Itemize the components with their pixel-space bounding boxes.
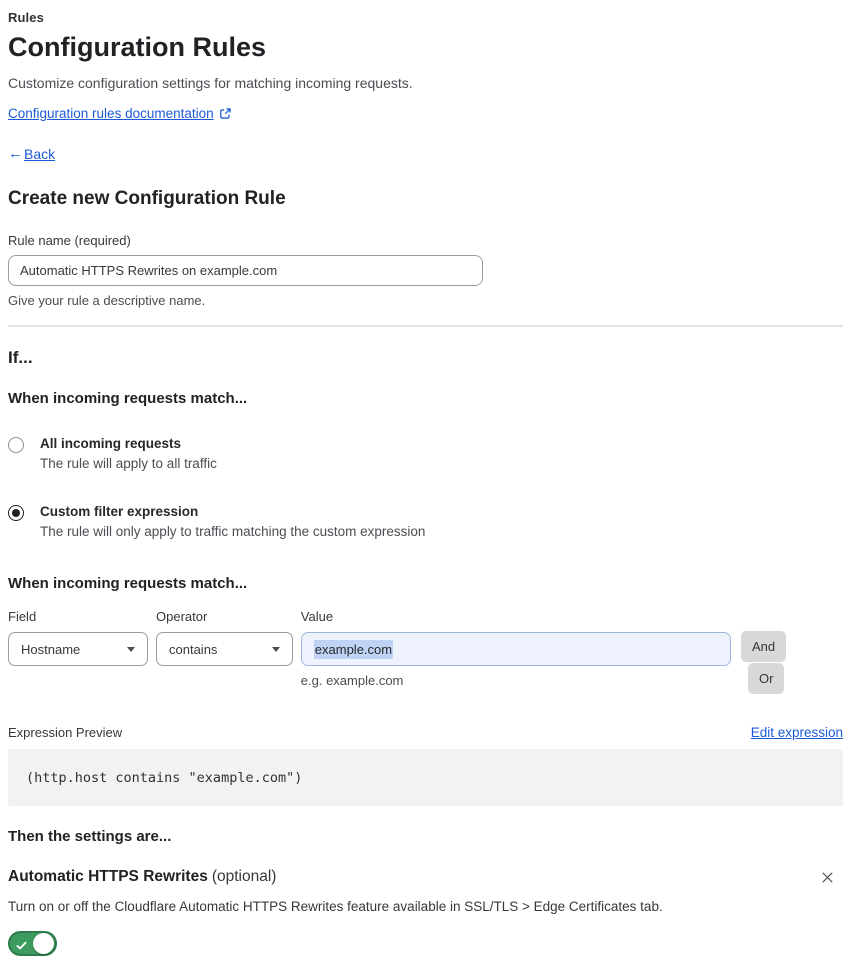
builder-heading: When incoming requests match... — [8, 575, 248, 592]
expression-builder-row: Field Hostname Operator contains Value e… — [8, 609, 843, 694]
value-hint: e.g. example.com — [300, 673, 404, 688]
or-button[interactable]: Or — [747, 663, 785, 694]
section-divider — [8, 325, 843, 327]
setting-description: Turn on or off the Cloudflare Automatic … — [8, 899, 663, 914]
and-button[interactable]: And — [740, 631, 787, 662]
back-arrow-icon: ← — [8, 145, 23, 162]
expression-preview-label: Expression Preview — [8, 725, 123, 740]
field-select[interactable]: Hostname — [8, 632, 148, 666]
operator-select[interactable]: contains — [156, 632, 293, 666]
radio-icon[interactable] — [8, 505, 24, 521]
edit-expression-link[interactable]: Edit expression — [751, 725, 843, 740]
radio-option-label: Custom filter expression — [40, 504, 199, 519]
setting-optional-tag: (optional) — [211, 868, 277, 885]
setting-title: Automatic HTTPS Rewrites (optional) — [8, 868, 276, 886]
setting-title-name: Automatic HTTPS Rewrites — [8, 868, 208, 885]
rule-name-help: Give your rule a descriptive name. — [8, 293, 206, 308]
value-input[interactable]: example.com — [300, 632, 731, 666]
chevron-down-icon — [127, 646, 135, 652]
close-icon[interactable] — [818, 868, 837, 887]
radio-option-description: The rule will only apply to traffic matc… — [40, 524, 426, 539]
radio-option-label: All incoming requests — [40, 436, 182, 451]
value-label: Value — [300, 609, 334, 624]
external-link-icon — [219, 107, 232, 120]
automatic-https-rewrites-toggle[interactable] — [8, 931, 57, 956]
toggle-knob[interactable] — [33, 933, 54, 954]
field-label: Field — [8, 609, 37, 624]
documentation-link[interactable]: Configuration rules documentation — [8, 106, 214, 121]
radio-icon[interactable] — [8, 437, 24, 453]
create-rule-heading: Create new Configuration Rule — [8, 188, 286, 209]
configuration-rules-page: Rules Configuration Rules Customize conf… — [0, 0, 852, 961]
match-heading: When incoming requests match... — [8, 390, 248, 407]
rule-name-input[interactable] — [8, 255, 483, 286]
rule-name-label: Rule name (required) — [8, 233, 131, 248]
radio-option-all-incoming-requests[interactable]: All incoming requests The rule will appl… — [8, 436, 843, 471]
operator-select-value: contains — [169, 641, 218, 657]
value-input-text: example.com — [313, 639, 394, 659]
field-select-value: Hostname — [21, 641, 81, 657]
if-heading: If... — [8, 348, 33, 367]
check-icon — [16, 938, 27, 956]
expression-preview-box: (http.host contains "example.com") — [8, 749, 843, 806]
page-subtitle: Customize configuration settings for mat… — [8, 75, 413, 91]
page-title: Configuration Rules — [8, 32, 266, 62]
radio-option-description: The rule will apply to all traffic — [40, 456, 217, 471]
back-link[interactable]: Back — [24, 146, 55, 162]
then-settings-heading: Then the settings are... — [8, 828, 172, 845]
expression-code: (http.host contains "example.com") — [26, 769, 303, 786]
breadcrumb: Rules — [8, 10, 44, 25]
chevron-down-icon — [271, 646, 280, 652]
operator-label: Operator — [156, 609, 208, 624]
radio-option-custom-filter-expression[interactable]: Custom filter expression The rule will o… — [8, 504, 843, 539]
